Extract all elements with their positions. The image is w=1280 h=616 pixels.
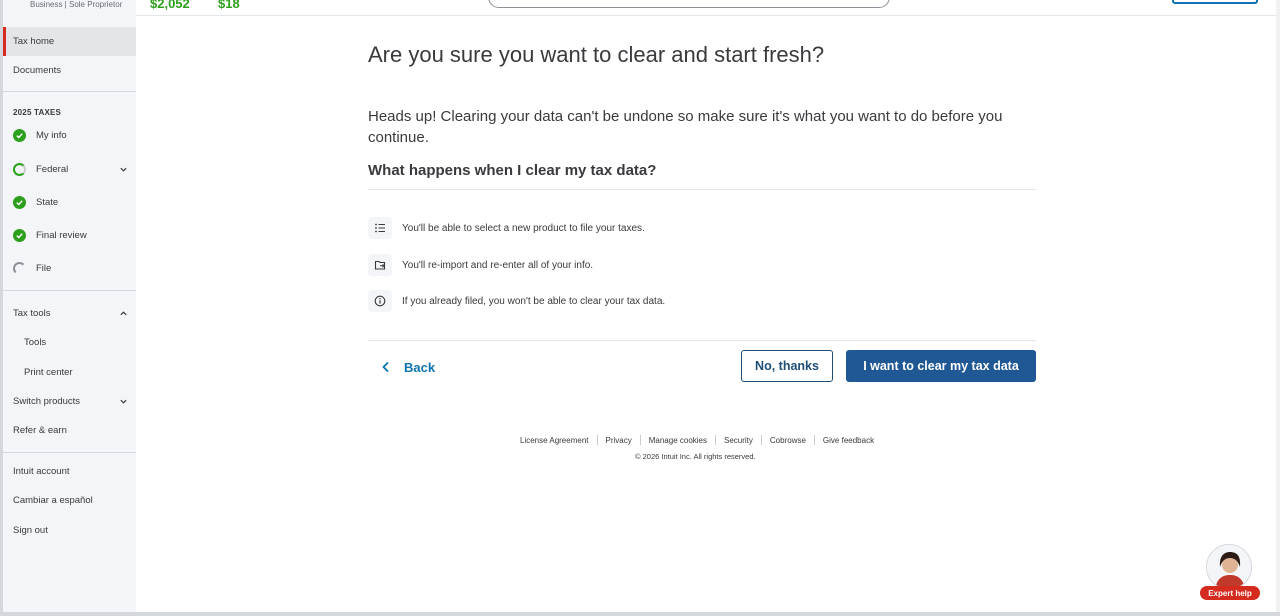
sidebar-item-label: Tax home — [13, 36, 55, 47]
sidebar-item-language[interactable]: Cambiar a español — [3, 486, 136, 515]
footer-link-security[interactable]: Security — [724, 436, 753, 445]
search-input[interactable] — [488, 0, 890, 8]
list-item: If you already filed, you won't be able … — [368, 290, 665, 312]
sidebar-item-final-review[interactable]: Final review — [3, 221, 136, 250]
sidebar-divider — [3, 91, 136, 92]
list-item: You'll be able to select a new product t… — [368, 217, 645, 239]
window-bottom-edge — [0, 612, 1280, 616]
list-item-text: You'll re-import and re-enter all of you… — [402, 259, 594, 271]
expert-help-button[interactable]: Expert help — [1200, 544, 1260, 602]
sidebar-item-label: Intuit account — [13, 466, 70, 477]
clear-tax-data-button[interactable]: I want to clear my tax data — [846, 350, 1036, 382]
no-thanks-button[interactable]: No, thanks — [741, 350, 833, 382]
sidebar-item-my-info[interactable]: My info — [3, 121, 136, 150]
sidebar-item-switch-products[interactable]: Switch products — [3, 387, 136, 416]
avatar — [1206, 544, 1252, 590]
list-icon — [368, 217, 392, 239]
sidebar-section-title: 2025 TAXES — [13, 108, 62, 117]
sidebar-item-intuit-account[interactable]: Intuit account — [3, 457, 136, 486]
sidebar-item-label: Cambiar a español — [13, 495, 93, 506]
page-title: Are you sure you want to clear and start… — [368, 42, 825, 67]
warning-text: Heads up! Clearing your data can't be un… — [368, 108, 1003, 146]
sidebar-item-tax-tools[interactable]: Tax tools — [3, 299, 136, 328]
list-item-text: If you already filed, you won't be able … — [402, 295, 666, 307]
header-action-button[interactable] — [1172, 0, 1258, 4]
sidebar-item-print-center[interactable]: Print center — [3, 358, 136, 387]
actions-divider — [368, 340, 1036, 341]
import-icon — [368, 254, 392, 276]
footer-separator — [639, 435, 641, 445]
section-heading: What happens when I clear my tax data? — [368, 162, 657, 179]
sidebar-item-documents[interactable]: Documents — [3, 56, 136, 85]
sidebar-item-tools[interactable]: Tools — [3, 328, 136, 357]
account-type-label: Business | Sole Proprietor — [30, 0, 123, 9]
sidebar-item-state[interactable]: State — [3, 188, 136, 217]
sidebar-item-federal[interactable]: Federal — [3, 155, 136, 184]
refund-amount-state: $18 — [218, 0, 240, 11]
list-item-text: You'll be able to select a new product t… — [402, 222, 645, 234]
sidebar-item-label: Print center — [24, 367, 73, 378]
sidebar-item-tax-home[interactable]: Tax home — [3, 27, 136, 56]
sidebar-item-label: Refer & earn — [13, 425, 67, 436]
sidebar-divider — [3, 452, 136, 453]
sidebar-item-label: Federal — [36, 164, 69, 175]
sidebar-item-label: State — [36, 197, 59, 208]
back-button[interactable]: Back — [380, 355, 435, 379]
sidebar-item-label: Tools — [24, 337, 47, 348]
chevron-down-icon[interactable] — [119, 165, 128, 174]
footer-separator — [813, 435, 815, 445]
sidebar-item-label: My info — [36, 130, 67, 141]
chevron-up-icon[interactable] — [119, 309, 128, 318]
footer-links: License Agreement Privacy Manage cookies… — [520, 435, 874, 445]
sidebar-divider — [3, 290, 136, 291]
sidebar-item-refer-earn[interactable]: Refer & earn — [3, 416, 136, 445]
footer-separator — [715, 435, 716, 445]
expert-help-label: Expert help — [1200, 586, 1260, 600]
sidebar-item-file[interactable]: File — [3, 254, 136, 283]
check-circle-icon — [13, 229, 26, 242]
chevron-left-icon — [382, 361, 389, 373]
footer-separator — [596, 435, 598, 445]
sidebar-item-label: Documents — [13, 65, 62, 76]
back-button-label: Back — [404, 359, 436, 375]
sidebar-item-label: Tax tools — [13, 308, 51, 319]
footer-separator — [760, 435, 762, 445]
sidebar-item-label: Final review — [36, 230, 87, 241]
footer-link-cobrowse[interactable]: Cobrowse — [770, 436, 806, 445]
loading-spinner-icon — [13, 262, 26, 275]
sidebar-item-label: Switch products — [13, 396, 81, 407]
sidebar-item-sign-out[interactable]: Sign out — [3, 516, 136, 545]
check-circle-icon — [13, 196, 26, 209]
footer-link-privacy[interactable]: Privacy — [606, 436, 632, 445]
copyright-text: © 2026 Intuit Inc. All rights reserved. — [635, 452, 756, 461]
sidebar-item-label: File — [36, 263, 52, 274]
list-item: You'll re-import and re-enter all of you… — [368, 254, 593, 276]
sidebar: Business | Sole Proprietor Tax home Docu… — [0, 0, 136, 616]
check-circle-icon — [13, 129, 26, 142]
footer-link-feedback[interactable]: Give feedback — [823, 436, 874, 445]
header-divider — [136, 15, 1280, 16]
section-divider — [368, 189, 1036, 190]
scrollbar[interactable] — [1276, 0, 1280, 616]
footer-link-license[interactable]: License Agreement — [520, 436, 589, 445]
progress-circle-icon — [13, 163, 26, 176]
sidebar-item-label: Sign out — [13, 525, 48, 536]
chevron-down-icon[interactable] — [119, 397, 128, 406]
info-icon — [368, 290, 392, 312]
refund-amount-federal: $2,052 — [150, 0, 190, 11]
footer-link-cookies[interactable]: Manage cookies — [649, 436, 707, 445]
